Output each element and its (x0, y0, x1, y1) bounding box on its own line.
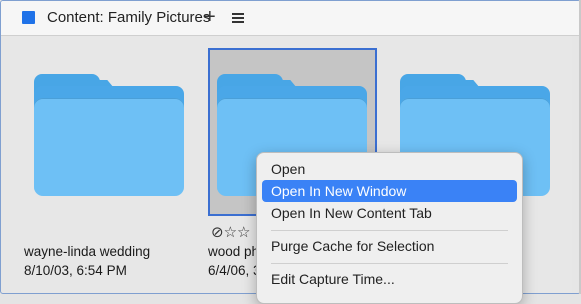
menu-separator (271, 263, 508, 264)
menu-item-open-new-content-tab[interactable]: Open In New Content Tab (262, 202, 517, 224)
item-name: wayne-linda wedding (24, 244, 151, 259)
rating-control[interactable]: ⊘☆☆ (211, 223, 250, 241)
menu-item-open[interactable]: Open (262, 158, 517, 180)
menu-item-edit-capture-time[interactable]: Edit Capture Time... (262, 268, 517, 290)
menu-item-open-new-window[interactable]: Open In New Window (262, 180, 517, 202)
menu-item-purge-cache[interactable]: Purge Cache for Selection (262, 235, 517, 257)
hamburger-icon[interactable] (232, 13, 244, 23)
context-menu: Open Open In New Window Open In New Cont… (256, 152, 523, 304)
add-tab-button[interactable]: + (204, 5, 216, 29)
item-date: 6/4/06, 3 (208, 263, 261, 278)
panel-tab-bar: Content: Family Pictures + (1, 1, 580, 36)
panel-title[interactable]: Content: Family Pictures (47, 9, 210, 26)
item-name: wood ph (208, 244, 260, 259)
panel-color-icon (22, 11, 35, 24)
menu-separator (271, 230, 508, 231)
item-date: 8/10/03, 6:54 PM (24, 263, 127, 278)
reject-icon[interactable]: ⊘ (211, 224, 224, 241)
thumbnail-tile[interactable]: wayne-linda wedding 8/10/03, 6:54 PM (10, 36, 200, 278)
star-rating[interactable]: ☆☆ (224, 224, 251, 241)
